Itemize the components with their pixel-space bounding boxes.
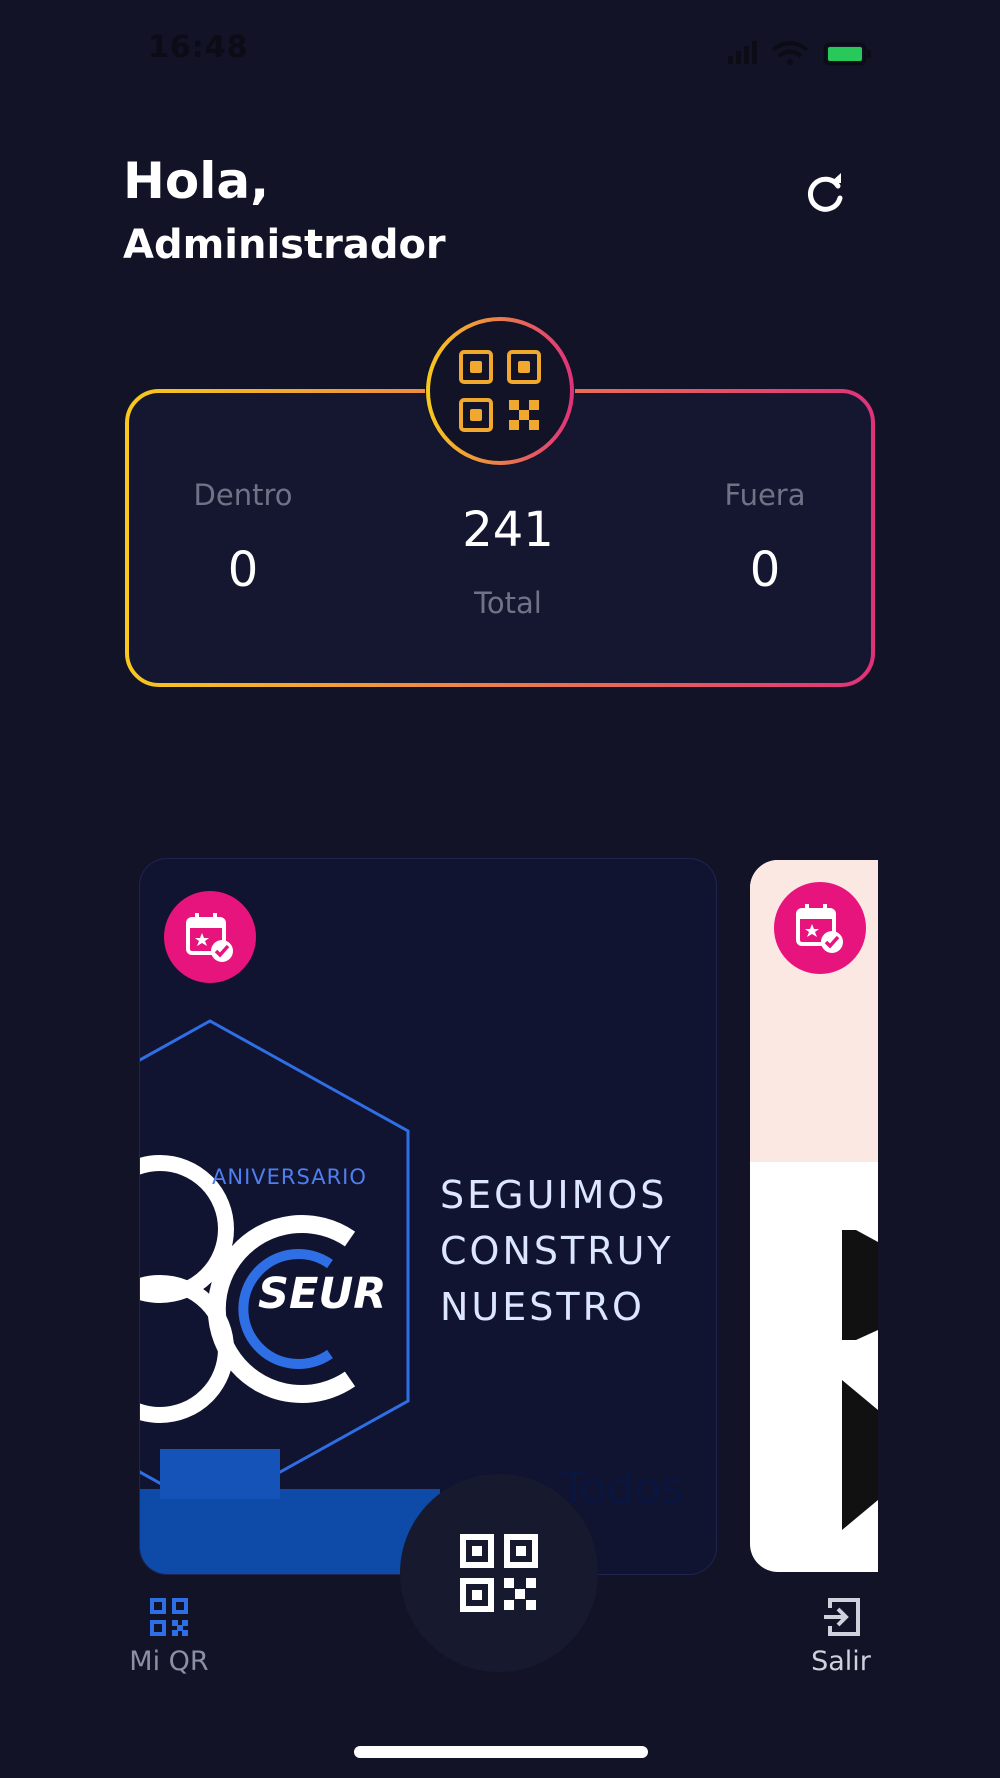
logout-icon: [824, 1598, 860, 1636]
calendar-check-icon: [774, 882, 866, 974]
user-name: Administrador: [123, 222, 446, 268]
stats-qr-badge: [425, 316, 575, 466]
event-card[interactable]: ANIVERSARIO SEUR SEGUIMOS CONSTRUY NUESTRO…: [139, 858, 717, 1575]
total-label: Total: [474, 586, 542, 620]
event-card-graphic: [842, 1230, 878, 1530]
home-indicator: [354, 1746, 648, 1758]
qr-code-icon: [426, 317, 574, 465]
status-icons: [728, 41, 871, 66]
greeting-text: Hola,: [123, 152, 270, 210]
heading-line-2: CONSTRUY: [440, 1229, 674, 1273]
heading-line-1: SEGUIMOS: [440, 1173, 668, 1217]
anniversary-text: ANIVERSARIO: [212, 1165, 367, 1189]
heading-line-3: NUESTRO: [440, 1285, 645, 1329]
qr-code-icon: [150, 1598, 188, 1636]
outside-count: 0: [749, 542, 781, 598]
qr-scan-icon: [460, 1534, 538, 1612]
event-heading: SEGUIMOS CONSTRUY NUESTRO: [440, 1167, 674, 1335]
scan-qr-button[interactable]: [400, 1474, 598, 1672]
total-count: 241: [462, 502, 554, 558]
nav-exit-label: Salir: [811, 1646, 871, 1677]
inside-label: Dentro: [193, 478, 293, 512]
status-time: 16:48: [148, 30, 249, 65]
calendar-check-icon: [164, 891, 256, 983]
inside-count: 0: [227, 542, 259, 598]
brand-text: SEUR: [258, 1269, 387, 1319]
event-card[interactable]: [750, 860, 878, 1572]
nav-exit[interactable]: Salir: [796, 1596, 886, 1677]
outside-label: Fuera: [724, 478, 806, 512]
nav-my-qr[interactable]: Mi QR: [124, 1596, 214, 1677]
nav-my-qr-label: Mi QR: [129, 1646, 209, 1677]
refresh-icon[interactable]: [800, 170, 850, 220]
overlay-text: Todos: [560, 1463, 685, 1514]
